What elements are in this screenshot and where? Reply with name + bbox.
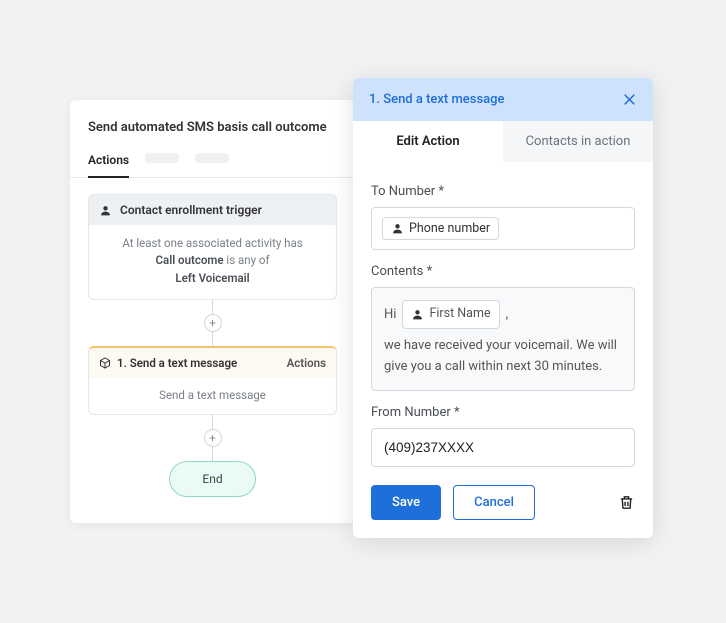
from-number-input[interactable] <box>371 428 635 467</box>
editor-title: 1. Send a text message <box>369 92 505 107</box>
to-number-chip[interactable]: Phone number <box>382 217 499 240</box>
person-icon <box>411 308 424 321</box>
tab-edit-action[interactable]: Edit Action <box>353 121 503 162</box>
action-label: 1. Send a text message <box>117 356 237 370</box>
cancel-button[interactable]: Cancel <box>453 485 535 520</box>
add-step-button[interactable]: + <box>204 429 222 447</box>
contents-label: Contents * <box>371 264 635 279</box>
connector <box>212 300 213 314</box>
trigger-header: Contact enrollment trigger <box>89 195 336 225</box>
from-number-label: From Number * <box>371 405 635 420</box>
workflow-panel: Send automated SMS basis call outcome Ac… <box>70 100 355 523</box>
editor-panel: 1. Send a text message Edit Action Conta… <box>353 78 653 538</box>
tab-placeholder <box>195 153 229 163</box>
add-step-button[interactable]: + <box>204 314 222 332</box>
connector <box>212 415 213 429</box>
tab-placeholder <box>145 153 179 163</box>
to-number-label: To Number * <box>371 184 635 199</box>
contents-input[interactable]: Hi First Name , we have received your vo… <box>371 287 635 391</box>
editor-tabs: Edit Action Contacts in action <box>353 121 653 162</box>
contents-prefix: Hi <box>384 304 396 325</box>
workflow-title: Send automated SMS basis call outcome <box>88 120 337 135</box>
contents-body: we have received your voicemail. We will… <box>384 335 622 378</box>
cube-icon <box>99 357 111 369</box>
trash-icon[interactable] <box>618 494 635 511</box>
trigger-body: At least one associated activity has Cal… <box>89 225 336 299</box>
trigger-title: Contact enrollment trigger <box>120 203 262 217</box>
trigger-card[interactable]: Contact enrollment trigger At least one … <box>88 194 337 300</box>
action-menu[interactable]: Actions <box>287 356 326 370</box>
connector <box>212 332 213 346</box>
end-node: End <box>169 461 255 497</box>
action-card[interactable]: 1. Send a text message Actions Send a te… <box>88 346 337 415</box>
first-name-chip[interactable]: First Name <box>402 300 499 329</box>
tab-actions[interactable]: Actions <box>88 153 129 177</box>
action-caption: Send a text message <box>89 378 336 414</box>
person-icon <box>99 204 112 217</box>
tab-contacts-in-action[interactable]: Contacts in action <box>503 121 653 162</box>
close-icon[interactable] <box>622 92 637 107</box>
save-button[interactable]: Save <box>371 485 441 520</box>
editor-header: 1. Send a text message <box>353 78 653 121</box>
contents-after-chip: , <box>506 304 509 325</box>
person-icon <box>391 222 404 235</box>
workflow-tabs: Actions <box>70 153 355 178</box>
connector <box>212 447 213 461</box>
to-number-input[interactable]: Phone number <box>371 207 635 250</box>
